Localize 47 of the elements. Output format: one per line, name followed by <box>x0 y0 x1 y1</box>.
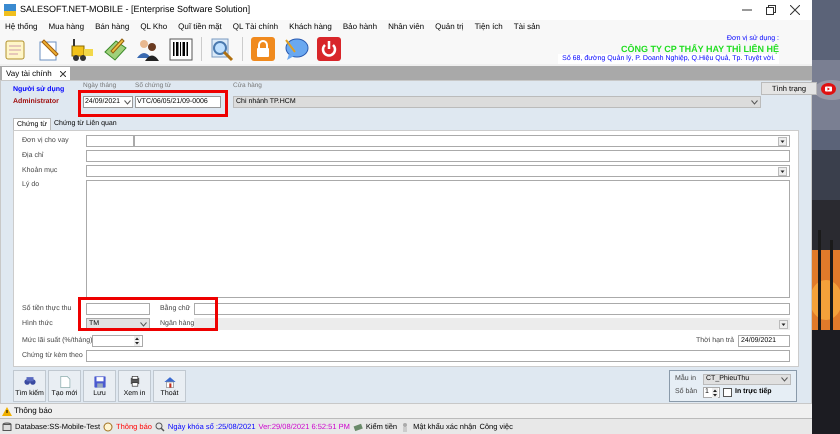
amount-field[interactable] <box>86 303 150 315</box>
house-icon <box>162 374 176 388</box>
window-title: SALESOFT.NET-MOBILE - [Enterprise Software Solution] <box>20 3 250 16</box>
menu-item[interactable]: Nhân viên <box>388 21 424 33</box>
menu-item[interactable]: Hệ thống <box>5 21 38 33</box>
chevron-down-icon[interactable] <box>124 100 131 104</box>
address-field[interactable] <box>86 150 790 162</box>
magnifier-icon[interactable] <box>209 36 235 62</box>
category-field[interactable] <box>86 165 790 177</box>
lender-code-field[interactable] <box>86 135 134 147</box>
barcode-icon[interactable] <box>168 36 194 62</box>
interest-rate-field[interactable] <box>92 335 143 347</box>
magnifier-icon <box>154 422 165 432</box>
menu-item[interactable]: Quĩ tiền mặt <box>178 21 222 33</box>
chevron-down-icon[interactable] <box>140 322 147 326</box>
power-icon[interactable] <box>316 36 342 62</box>
app-icon <box>4 4 16 16</box>
lender-name-field[interactable] <box>134 135 790 147</box>
chevron-down-icon[interactable] <box>781 377 788 382</box>
document-icon <box>58 374 72 388</box>
menu-item[interactable]: Bảo hành <box>342 21 378 33</box>
close-icon[interactable] <box>790 5 800 15</box>
bank-field[interactable] <box>194 318 790 330</box>
menu-item[interactable]: QL Tài chính <box>232 21 278 33</box>
spinner-icon[interactable] <box>134 336 140 346</box>
banknote-icon <box>352 422 363 432</box>
spinner-icon[interactable] <box>712 388 718 398</box>
forklift-icon[interactable] <box>69 36 95 62</box>
notice-label: Thông báo <box>14 405 52 417</box>
chat-bubble-icon[interactable] <box>283 36 309 62</box>
warning-icon <box>2 406 12 416</box>
amount-in-words-field[interactable] <box>194 303 790 315</box>
restore-icon[interactable] <box>766 5 776 15</box>
menu-item[interactable]: Quản trị <box>435 21 464 33</box>
menu-item[interactable]: Mua hàng <box>48 21 84 33</box>
document-tab[interactable]: Vay tài chính <box>2 67 70 80</box>
pencil-book-icon[interactable] <box>102 36 128 62</box>
company-name: CÔNG TY CP THẤY HAY THÌ LIÊN HỆ <box>620 44 779 54</box>
menu-item[interactable]: Tiện ích <box>474 21 503 33</box>
menu-item[interactable]: Khách hàng <box>289 21 332 33</box>
menu-item[interactable]: Bán hàng <box>95 21 130 33</box>
attachments-field[interactable] <box>86 350 790 362</box>
menu-item[interactable]: QL Kho <box>140 21 168 33</box>
direct-print-checkbox[interactable] <box>723 388 732 397</box>
menu-item[interactable]: Tài sản <box>514 21 540 33</box>
chevron-down-icon[interactable] <box>751 100 758 104</box>
close-tab-icon[interactable] <box>60 70 66 76</box>
